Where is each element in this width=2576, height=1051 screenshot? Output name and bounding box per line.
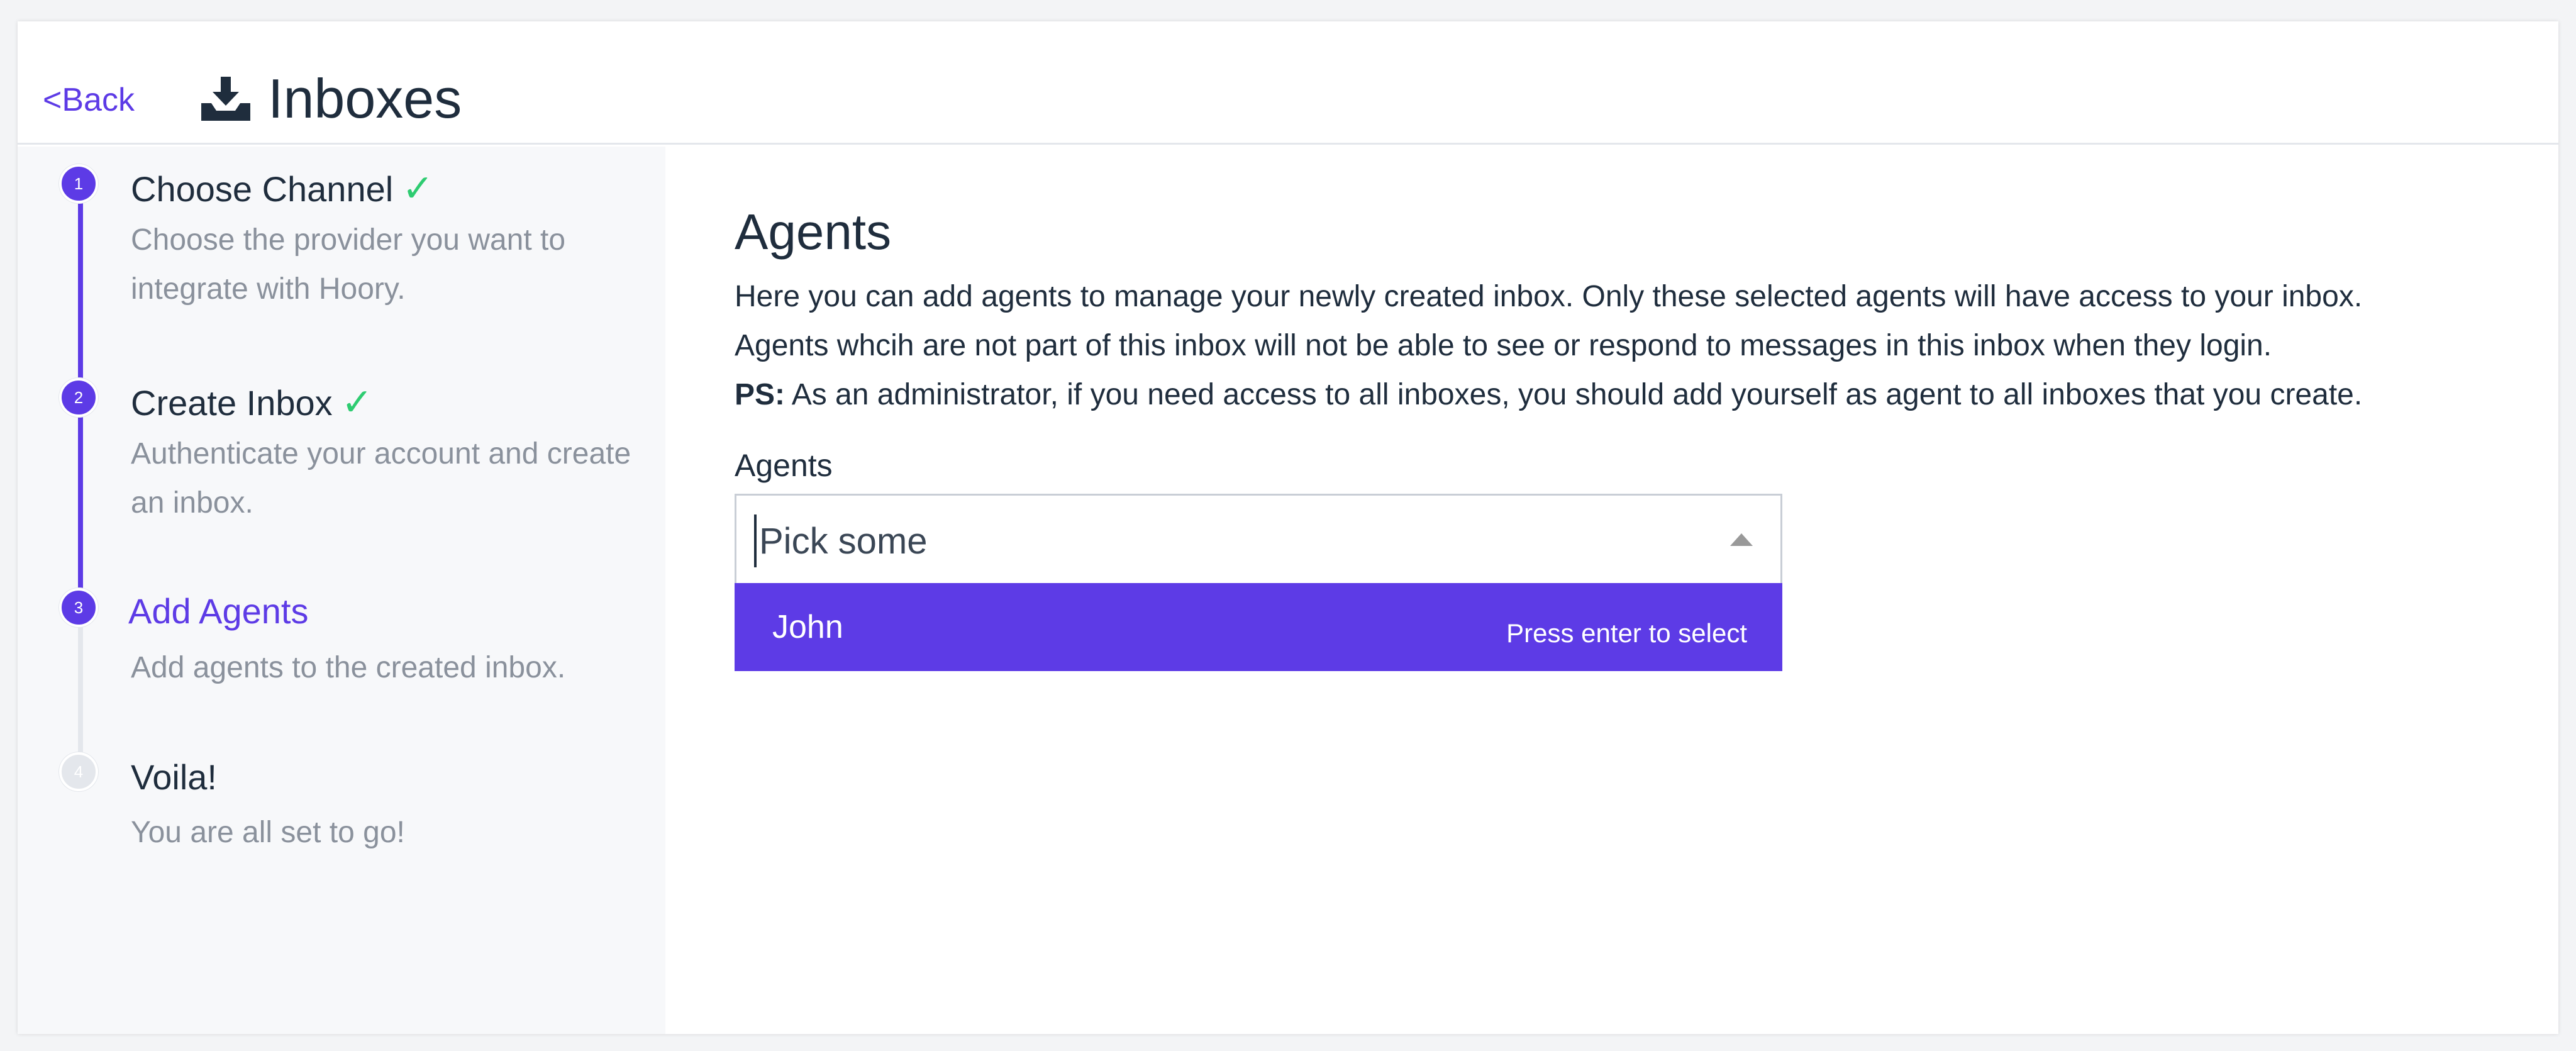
step-title: Add Agents [128,591,308,631]
check-icon: ✓ [341,381,373,423]
step-description: Choose the provider you want to integrat… [131,223,566,306]
step-title: Choose Channel ✓ [131,167,433,211]
step-title: Create Inbox ✓ [131,381,373,425]
step-number-badge: 4 [59,752,98,791]
step-connector [78,604,83,774]
step-number-badge: 3 [59,588,98,627]
option-hint: Press enter to select [1506,618,1747,648]
agents-search-input[interactable] [754,514,1635,567]
step-number-badge: 1 [59,164,98,203]
main-content: Agents Here you can add agents to manage… [665,147,2558,1034]
section-title: Agents [735,204,892,260]
agents-dropdown-option[interactable]: John Press enter to select [735,583,1782,671]
ps-note: PS: As an administrator, if you need acc… [735,370,2546,420]
description-line: Agents whcih are not part of this inbox … [735,329,2272,362]
caret-up-icon[interactable] [1730,533,1753,546]
step-description: You are all set to go! [131,816,405,849]
step-title: Voila! [131,757,217,798]
step-title-text: Voila! [131,757,217,797]
ps-label: PS: [735,378,786,411]
back-link[interactable]: <Back [43,81,135,119]
option-label: John [772,609,843,645]
step-description: Authenticate your account and create an … [131,437,631,520]
section-description: Here you can add agents to manage your n… [735,272,2546,420]
agents-field-label: Agents [735,448,833,483]
step-connector [78,183,83,397]
app-window: <Back Inboxes 1 Choose Channel ✓ Choose … [18,21,2558,1034]
agents-multiselect[interactable] [735,494,1782,583]
page-title-text: Inboxes [268,67,462,130]
description-line: Here you can add agents to manage your n… [735,280,2363,313]
ps-text: As an administrator, if you need access … [785,378,2363,411]
step-title-text: Choose Channel [131,169,394,209]
step-connector [78,397,83,604]
step-title-text: Add Agents [128,591,309,631]
wizard-steps: 1 Choose Channel ✓ Choose the provider y… [18,147,665,1034]
step-description: Add agents to the created inbox. [131,651,566,684]
page-header: <Back Inboxes [18,21,2558,145]
inbox-download-icon [201,77,250,121]
step-title-text: Create Inbox [131,382,333,423]
check-icon: ✓ [402,167,434,209]
page-title: Inboxes [201,67,462,131]
step-number-badge: 2 [59,378,98,417]
